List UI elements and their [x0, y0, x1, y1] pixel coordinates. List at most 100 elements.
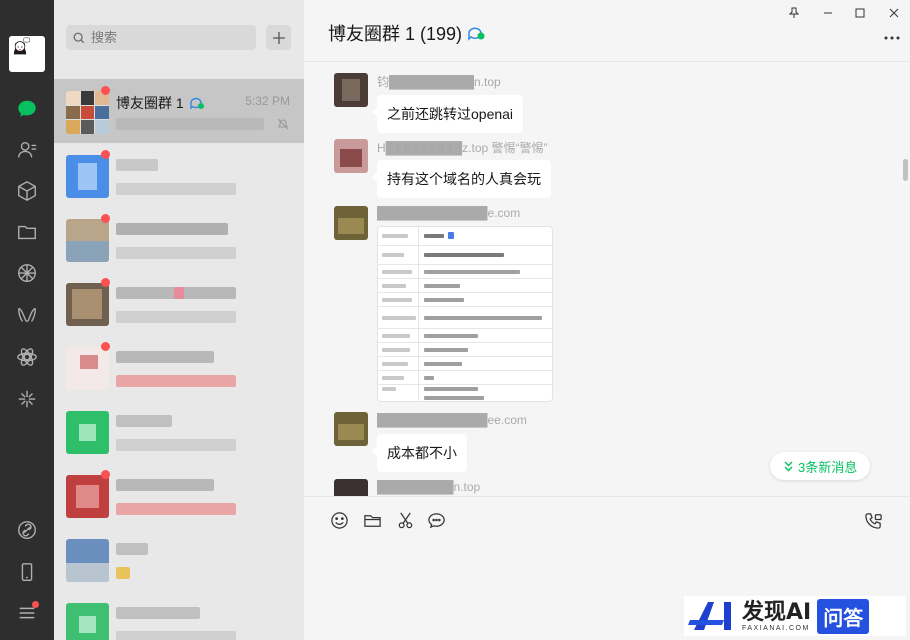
voice-call-icon[interactable] [862, 509, 884, 531]
unread-badge [101, 150, 110, 159]
sender-avatar[interactable] [334, 139, 368, 173]
chat-item[interactable] [54, 463, 304, 527]
phone-icon[interactable] [14, 559, 40, 585]
mute-bell-icon [277, 118, 289, 130]
chat-item-preview-redacted [116, 375, 236, 387]
contact-avatar [66, 219, 109, 262]
folder-icon[interactable] [14, 219, 40, 245]
chat-item-name-redacted [174, 287, 184, 299]
add-button[interactable] [266, 25, 291, 50]
watermark-title: 发现AI [742, 599, 812, 625]
sender-avatar[interactable] [334, 479, 368, 496]
chat-item-group-1[interactable]: 博友圈群 1 5:32 PM [54, 79, 304, 143]
unread-badge [101, 86, 110, 95]
chat-item[interactable] [54, 399, 304, 463]
contact-avatar [66, 283, 109, 326]
message-bubble[interactable]: 之前还跳转过openai [371, 95, 524, 133]
menu-notification-dot [32, 601, 39, 608]
chat-item[interactable] [54, 335, 304, 399]
chat-item-preview-redacted [116, 311, 236, 323]
search-input[interactable] [91, 30, 251, 45]
search-box[interactable] [66, 25, 256, 50]
chat-item-preview-redacted [116, 247, 236, 259]
chat-item-name-redacted [116, 351, 214, 363]
search-icon [73, 32, 85, 43]
chat-item-preview-redacted [116, 503, 236, 515]
unread-badge [101, 342, 110, 351]
scrollbar-thumb[interactable] [903, 159, 908, 181]
moments-icon[interactable] [14, 260, 40, 286]
group-chat-icon [189, 97, 204, 110]
chat-item[interactable] [54, 591, 304, 640]
search-lite-icon[interactable] [14, 386, 40, 412]
chat-item-name-redacted [116, 479, 214, 491]
unread-badge [101, 214, 110, 223]
chat-item-preview-redacted [116, 631, 236, 640]
watermark-subtitle: FAXIANAI.COM [742, 624, 810, 632]
pin-icon[interactable] [784, 4, 804, 22]
mini-program-icon[interactable] [14, 344, 40, 370]
cube-icon[interactable] [14, 178, 40, 204]
chat-item-preview-redacted [116, 183, 236, 195]
double-chevron-down-icon [784, 461, 793, 471]
screenshot-image[interactable] [377, 226, 553, 402]
channels-icon[interactable] [14, 302, 40, 328]
chat-title: 博友圈群 1 (199) [328, 24, 463, 44]
chat-item-preview-redacted [116, 118, 264, 130]
minimize-icon[interactable] [818, 4, 838, 22]
chat-history-icon[interactable] [425, 509, 447, 531]
chat-item-preview-redacted [116, 439, 236, 451]
group-avatar [66, 91, 109, 134]
plus-icon [272, 31, 285, 44]
contact-avatar [66, 411, 109, 454]
navigation-rail [0, 0, 54, 640]
chat-item[interactable] [54, 207, 304, 271]
contact-avatar [66, 155, 109, 198]
chat-window: 博友圈群 1 (199) 钧██████████n.top 之前还跳转过open… [304, 0, 910, 640]
unread-badge [101, 278, 110, 287]
sender-name: 钧██████████n.top [377, 75, 501, 89]
chat-list-panel: 博友圈群 1 5:32 PM [54, 0, 304, 640]
chat-item-name-redacted [116, 223, 228, 235]
sender-avatar[interactable] [334, 73, 368, 107]
message-bubble[interactable]: 成本都不小 [372, 434, 467, 472]
chat-item-time: 5:32 PM [245, 94, 290, 108]
chat-item-name-redacted [116, 415, 172, 427]
link-icon[interactable] [14, 517, 40, 543]
watermark-tag: 问答 [817, 598, 870, 634]
contact-avatar [66, 347, 109, 390]
chat-item-name-redacted [116, 159, 158, 171]
chat-item-name: 博友圈群 1 [116, 95, 184, 111]
user-avatar[interactable] [9, 36, 45, 72]
watermark-badge: 发现AI FAXIANAI.COM 问答 [684, 596, 906, 636]
chat-item[interactable] [54, 271, 304, 335]
sender-avatar[interactable] [334, 412, 368, 446]
maximize-icon[interactable] [850, 4, 870, 22]
group-chat-icon [468, 27, 485, 41]
contact-avatar [66, 539, 109, 582]
sender-name: H█████████z.top 警惕“警惕” [377, 141, 548, 155]
contact-avatar [66, 475, 109, 518]
chat-item[interactable] [54, 527, 304, 591]
chat-icon[interactable] [14, 96, 40, 122]
contact-avatar [66, 603, 109, 640]
unread-badge [101, 470, 110, 479]
close-icon[interactable] [884, 4, 904, 22]
sender-avatar[interactable] [334, 206, 368, 240]
scissors-icon[interactable] [394, 509, 416, 531]
chat-header: 博友圈群 1 (199) [304, 0, 910, 62]
folder-icon[interactable] [361, 509, 383, 531]
emoji-icon[interactable] [328, 509, 350, 531]
chat-item-name-redacted [116, 607, 200, 619]
sender-name: █████████████ee.com [377, 413, 527, 427]
message-bubble[interactable]: 持有这个域名的人真会玩 [372, 160, 551, 198]
message-list[interactable]: 钧██████████n.top 之前还跳转过openai H█████████… [304, 63, 910, 496]
more-options-icon[interactable] [882, 32, 902, 44]
sender-name: █████████n.top [377, 480, 481, 494]
new-messages-label: 3条新消息 [798, 459, 858, 475]
contacts-icon[interactable] [14, 137, 40, 163]
chat-item[interactable] [54, 143, 304, 207]
chat-item-preview-redacted [116, 567, 130, 579]
sender-name: █████████████e.com [377, 206, 521, 220]
new-messages-button[interactable]: 3条新消息 [770, 452, 871, 480]
